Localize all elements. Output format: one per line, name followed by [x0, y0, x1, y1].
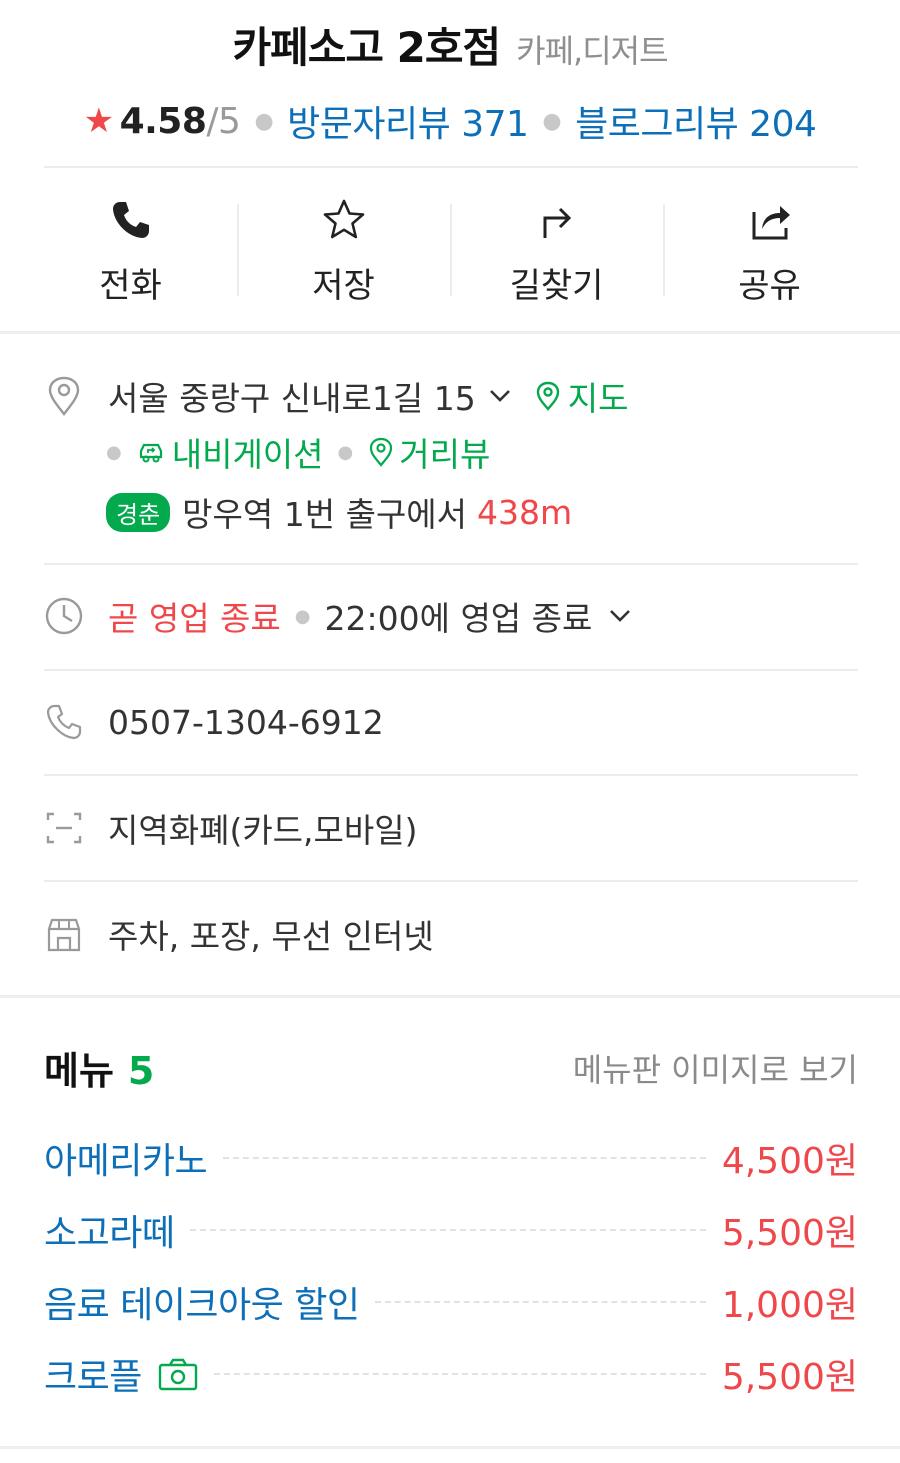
phone-number[interactable]: 0507-1304-6912 [108, 703, 384, 742]
map-label: 지도 [567, 379, 629, 418]
share-button[interactable]: 공유 [663, 170, 876, 330]
separator-dot: ● [106, 441, 122, 463]
divider [44, 669, 858, 671]
share-icon [752, 206, 790, 240]
place-header: 카페소고 2호점 카페,디저트 ★ 4.58 /5 ● 방문자리뷰 371 ● … [0, 0, 900, 168]
navigation-link[interactable]: 내비게이션 [136, 428, 324, 476]
menu-item[interactable]: 음료 테이크아웃 할인 1,000원 [44, 1272, 858, 1332]
address-text[interactable]: 서울 중랑구 신내로1길 15 [108, 372, 476, 420]
clock-icon [45, 597, 83, 635]
hours-detail: 22:00에 영업 종료 [324, 599, 593, 638]
section-divider [0, 1446, 900, 1449]
amenities-text: 주차, 포장, 무선 인터넷 [108, 917, 434, 956]
hours-status: 곧 영업 종료 [108, 599, 281, 638]
divider [44, 774, 858, 776]
chevron-down-icon[interactable] [606, 602, 634, 630]
phone-row[interactable]: 0507-1304-6912 [44, 696, 858, 748]
divider [44, 880, 858, 882]
directions-icon [543, 207, 571, 238]
address-row: 서울 중랑구 신내로1길 15 지도 [44, 370, 858, 422]
hours-row[interactable]: 곧 영업 종료 ● 22:00에 영업 종료 [44, 590, 858, 642]
visitor-reviews-link[interactable]: 방문자리뷰 371 [287, 95, 529, 147]
location-pin-icon [48, 376, 80, 416]
section-divider [0, 995, 900, 998]
menu-count: 5 [127, 1049, 155, 1093]
star-outline-icon [323, 199, 364, 239]
menu-item-name[interactable]: 소고라떼 [44, 1204, 175, 1256]
save-button[interactable]: 저장 [237, 170, 450, 330]
phone-icon [112, 202, 149, 238]
share-label: 공유 [738, 266, 801, 306]
navigation-label: 내비게이션 [171, 435, 324, 474]
scan-icon [46, 812, 82, 844]
map-pin-icon [536, 381, 559, 411]
dotted-leader [375, 1301, 706, 1303]
menu-title-text: 메뉴 [44, 1049, 114, 1093]
menu-item-price: 5,500원 [721, 1213, 858, 1254]
payment-row: 지역화폐(카드,모바일) [44, 802, 858, 854]
separator-dot: ● [254, 108, 274, 134]
payment-text: 지역화폐(카드,모바일) [108, 811, 418, 850]
directions-button[interactable]: 길찾기 [450, 170, 663, 330]
menu-item-price: 1,000원 [721, 1285, 858, 1326]
separator-dot: ● [294, 605, 311, 627]
address-links-row: ● 내비게이션 ● 거리뷰 [44, 426, 858, 478]
menu-item[interactable]: 크로플 5,500원 [44, 1344, 858, 1404]
streetview-label: 거리뷰 [399, 435, 491, 474]
station-row: 경춘 망우역 1번 출구에서 438m [44, 486, 858, 538]
call-button[interactable]: 전화 [24, 170, 237, 330]
map-link[interactable]: 지도 [534, 372, 629, 420]
dotted-leader [213, 1373, 706, 1375]
rating-line: ★ 4.58 /5 ● 방문자리뷰 371 ● 블로그리뷰 204 [0, 95, 900, 147]
save-label: 저장 [312, 266, 375, 306]
streetview-pin-icon [370, 437, 393, 467]
rating-score: 4.58 [119, 100, 207, 142]
amenities-row: 주차, 포장, 무선 인터넷 [44, 908, 858, 960]
separator-dot: ● [337, 441, 354, 463]
station-text: 망우역 1번 출구에서 [182, 495, 468, 534]
menu-item-price: 4,500원 [721, 1141, 858, 1182]
call-label: 전화 [99, 266, 162, 306]
action-bar: 전화 저장 길찾기 공유 [24, 170, 876, 330]
menu-item-name[interactable]: 아메리카노 [44, 1132, 208, 1184]
directions-label: 길찾기 [509, 266, 604, 306]
menu-header: 메뉴 5 메뉴판 이미지로 보기 [44, 1040, 858, 1095]
star-filled-icon: ★ [83, 101, 114, 141]
dotted-leader [223, 1157, 706, 1159]
blog-reviews-link[interactable]: 블로그리뷰 204 [575, 95, 817, 147]
menu-item[interactable]: 아메리카노 4,500원 [44, 1128, 858, 1188]
place-category: 카페,디저트 [516, 32, 668, 70]
phone-outline-icon [46, 704, 82, 740]
place-title: 카페소고 2호점 [232, 23, 501, 72]
chevron-down-icon[interactable] [486, 382, 514, 410]
streetview-link[interactable]: 거리뷰 [367, 428, 490, 476]
divider [44, 166, 858, 168]
menu-item-name[interactable]: 음료 테이크아웃 할인 [44, 1276, 360, 1328]
rating-max: /5 [206, 100, 241, 142]
menu-title: 메뉴 5 [44, 1040, 154, 1095]
divider [44, 563, 858, 565]
menu-board-link[interactable]: 메뉴판 이미지로 보기 [573, 1045, 858, 1091]
subway-line-badge: 경춘 [106, 492, 171, 532]
separator-dot: ● [542, 108, 562, 134]
menu-item-name[interactable]: 크로플 [44, 1348, 142, 1400]
menu-item-price: 5,500원 [721, 1357, 858, 1398]
dotted-leader [190, 1229, 706, 1231]
camera-icon[interactable] [158, 1357, 198, 1391]
menu-item[interactable]: 소고라떼 5,500원 [44, 1200, 858, 1260]
car-icon [139, 443, 162, 463]
station-distance: 438m [477, 492, 573, 532]
store-icon [47, 918, 81, 952]
section-divider [0, 331, 900, 334]
